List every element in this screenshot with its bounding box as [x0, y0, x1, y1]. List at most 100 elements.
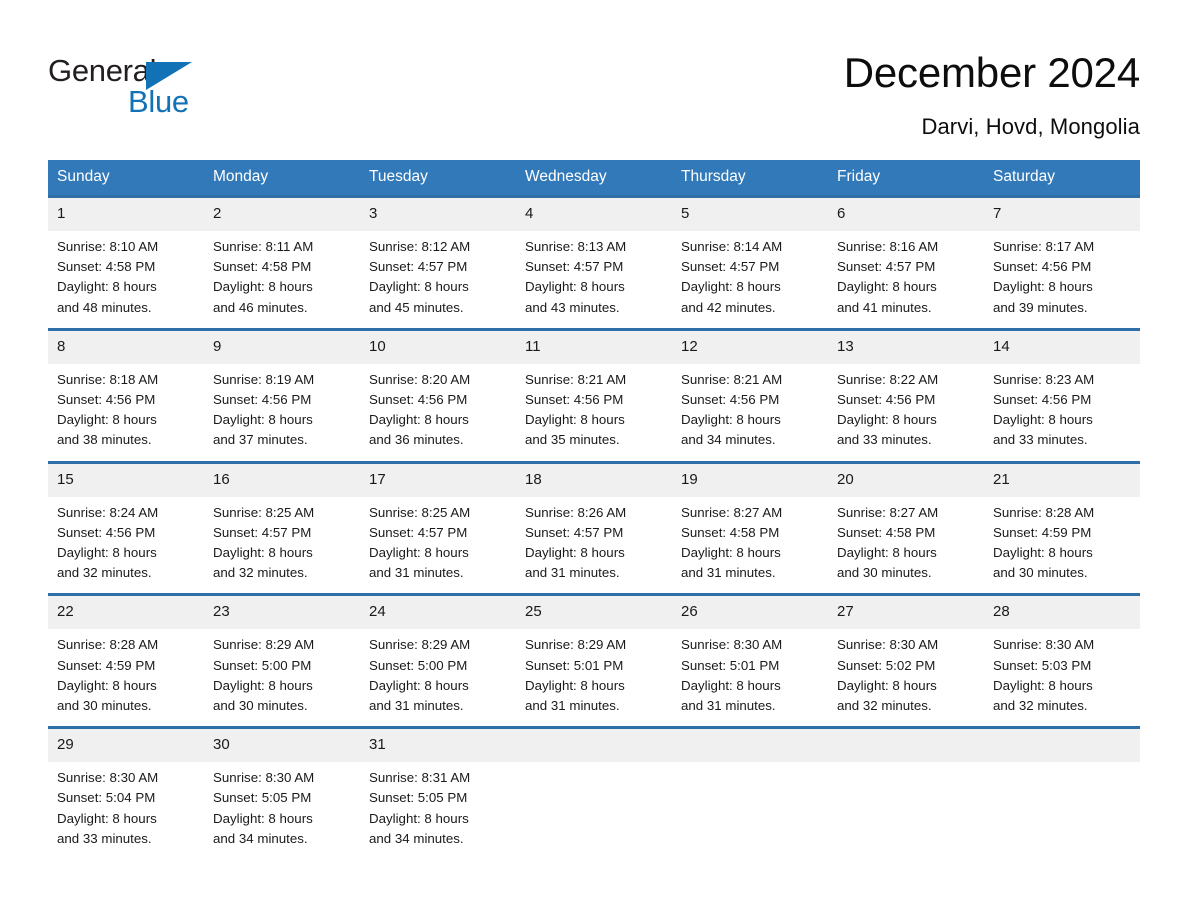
day-cell[interactable]: Sunrise: 8:21 AM Sunset: 4:56 PM Dayligh… — [516, 364, 672, 461]
daylight-text-line1: Daylight: 8 hours — [57, 412, 157, 428]
day-number[interactable]: 27 — [828, 596, 984, 629]
daylight-text-line1: Daylight: 8 hours — [837, 279, 937, 295]
day-number[interactable]: 31 — [360, 729, 516, 762]
day-number[interactable]: 16 — [204, 464, 360, 497]
daylight-text-line2: and 30 minutes. — [837, 565, 932, 581]
day-cell[interactable]: Sunrise: 8:24 AM Sunset: 4:56 PM Dayligh… — [48, 497, 204, 594]
day-number[interactable]: 15 — [48, 464, 204, 497]
day-number[interactable]: 6 — [828, 198, 984, 231]
day-number[interactable]: 12 — [672, 331, 828, 364]
day-number[interactable]: 2 — [204, 198, 360, 231]
sunset-text: Sunset: 5:04 PM — [57, 790, 156, 806]
day-number[interactable]: 17 — [360, 464, 516, 497]
day-number[interactable]: 4 — [516, 198, 672, 231]
sunset-text: Sunset: 4:58 PM — [837, 524, 936, 540]
day-cell[interactable]: Sunrise: 8:18 AM Sunset: 4:56 PM Dayligh… — [48, 364, 204, 461]
logo-text-blue: Blue — [128, 84, 189, 119]
day-cell[interactable]: Sunrise: 8:25 AM Sunset: 4:57 PM Dayligh… — [204, 497, 360, 594]
sunset-text: Sunset: 4:59 PM — [993, 524, 1092, 540]
day-number[interactable]: 20 — [828, 464, 984, 497]
day-cell[interactable]: Sunrise: 8:31 AM Sunset: 5:05 PM Dayligh… — [360, 762, 516, 859]
daylight-text-line2: and 31 minutes. — [681, 565, 776, 581]
day-number[interactable]: 22 — [48, 596, 204, 629]
day-number[interactable]: 21 — [984, 464, 1140, 497]
daylight-text-line2: and 31 minutes. — [369, 565, 464, 581]
sunrise-text: Sunrise: 8:29 AM — [525, 637, 627, 653]
day-number[interactable]: 13 — [828, 331, 984, 364]
calendar-grid: Sunday Monday Tuesday Wednesday Thursday… — [48, 160, 1140, 860]
day-cell[interactable]: Sunrise: 8:10 AM Sunset: 4:58 PM Dayligh… — [48, 231, 204, 328]
day-number[interactable]: 11 — [516, 331, 672, 364]
sunset-text: Sunset: 4:56 PM — [837, 392, 936, 408]
day-number[interactable]: 18 — [516, 464, 672, 497]
sunrise-text: Sunrise: 8:21 AM — [525, 371, 627, 387]
day-cell[interactable]: Sunrise: 8:27 AM Sunset: 4:58 PM Dayligh… — [672, 497, 828, 594]
weekday-header-friday: Friday — [837, 168, 881, 185]
day-cell[interactable]: Sunrise: 8:16 AM Sunset: 4:57 PM Dayligh… — [828, 231, 984, 328]
day-detail-row: Sunrise: 8:18 AM Sunset: 4:56 PM Dayligh… — [48, 363, 1140, 461]
daylight-text-line1: Daylight: 8 hours — [993, 545, 1093, 561]
sunset-text: Sunset: 4:56 PM — [681, 392, 780, 408]
weekday-header-row: Sunday Monday Tuesday Wednesday Thursday… — [48, 160, 1140, 195]
day-cell[interactable]: Sunrise: 8:17 AM Sunset: 4:56 PM Dayligh… — [984, 231, 1140, 328]
day-cell[interactable]: Sunrise: 8:28 AM Sunset: 4:59 PM Dayligh… — [48, 629, 204, 726]
day-number[interactable]: 10 — [360, 331, 516, 364]
daylight-text-line1: Daylight: 8 hours — [525, 412, 625, 428]
day-number[interactable]: 8 — [48, 331, 204, 364]
sunset-text: Sunset: 4:57 PM — [837, 259, 936, 275]
day-cell[interactable]: Sunrise: 8:20 AM Sunset: 4:56 PM Dayligh… — [360, 364, 516, 461]
day-cell[interactable]: Sunrise: 8:11 AM Sunset: 4:58 PM Dayligh… — [204, 231, 360, 328]
day-cell[interactable]: Sunrise: 8:29 AM Sunset: 5:01 PM Dayligh… — [516, 629, 672, 726]
day-number[interactable]: 29 — [48, 729, 204, 762]
day-cell[interactable]: Sunrise: 8:29 AM Sunset: 5:00 PM Dayligh… — [204, 629, 360, 726]
daylight-text-line1: Daylight: 8 hours — [213, 545, 313, 561]
day-number[interactable]: 14 — [984, 331, 1140, 364]
sunrise-text: Sunrise: 8:18 AM — [57, 371, 159, 387]
day-number[interactable]: 26 — [672, 596, 828, 629]
day-cell[interactable]: Sunrise: 8:30 AM Sunset: 5:04 PM Dayligh… — [48, 762, 204, 859]
day-number[interactable]: 24 — [360, 596, 516, 629]
day-cell[interactable]: Sunrise: 8:25 AM Sunset: 4:57 PM Dayligh… — [360, 497, 516, 594]
day-cell[interactable]: Sunrise: 8:27 AM Sunset: 4:58 PM Dayligh… — [828, 497, 984, 594]
sunset-text: Sunset: 4:57 PM — [213, 524, 312, 540]
day-number[interactable]: 30 — [204, 729, 360, 762]
day-number[interactable]: 19 — [672, 464, 828, 497]
daylight-text-line2: and 30 minutes. — [993, 565, 1088, 581]
day-cell[interactable]: Sunrise: 8:30 AM Sunset: 5:05 PM Dayligh… — [204, 762, 360, 859]
day-number-empty — [828, 729, 984, 762]
day-cell[interactable]: Sunrise: 8:19 AM Sunset: 4:56 PM Dayligh… — [204, 364, 360, 461]
day-number[interactable]: 9 — [204, 331, 360, 364]
day-cell[interactable]: Sunrise: 8:23 AM Sunset: 4:56 PM Dayligh… — [984, 364, 1140, 461]
day-cell[interactable]: Sunrise: 8:26 AM Sunset: 4:57 PM Dayligh… — [516, 497, 672, 594]
day-cell[interactable]: Sunrise: 8:30 AM Sunset: 5:01 PM Dayligh… — [672, 629, 828, 726]
sunrise-text: Sunrise: 8:24 AM — [57, 504, 159, 520]
sunset-text: Sunset: 5:00 PM — [369, 657, 468, 673]
sunset-text: Sunset: 4:58 PM — [681, 524, 780, 540]
day-number[interactable]: 1 — [48, 198, 204, 231]
day-cell[interactable]: Sunrise: 8:30 AM Sunset: 5:02 PM Dayligh… — [828, 629, 984, 726]
day-number[interactable]: 28 — [984, 596, 1140, 629]
day-cell[interactable]: Sunrise: 8:21 AM Sunset: 4:56 PM Dayligh… — [672, 364, 828, 461]
day-number[interactable]: 23 — [204, 596, 360, 629]
sunset-text: Sunset: 5:01 PM — [525, 657, 624, 673]
day-cell[interactable]: Sunrise: 8:29 AM Sunset: 5:00 PM Dayligh… — [360, 629, 516, 726]
day-number[interactable]: 25 — [516, 596, 672, 629]
day-cell[interactable]: Sunrise: 8:30 AM Sunset: 5:03 PM Dayligh… — [984, 629, 1140, 726]
calendar-week-row: 8 9 10 11 12 13 14 Sunrise: 8:18 AM Suns… — [48, 327, 1140, 461]
sunset-text: Sunset: 4:57 PM — [525, 259, 624, 275]
day-cell[interactable]: Sunrise: 8:13 AM Sunset: 4:57 PM Dayligh… — [516, 231, 672, 328]
day-number[interactable]: 7 — [984, 198, 1140, 231]
day-cell[interactable]: Sunrise: 8:12 AM Sunset: 4:57 PM Dayligh… — [360, 231, 516, 328]
sunset-text: Sunset: 4:56 PM — [993, 392, 1092, 408]
page-header: General Blue December 2024 Darvi, Hovd, … — [48, 0, 1140, 142]
day-cell[interactable]: Sunrise: 8:28 AM Sunset: 4:59 PM Dayligh… — [984, 497, 1140, 594]
day-cell[interactable]: Sunrise: 8:14 AM Sunset: 4:57 PM Dayligh… — [672, 231, 828, 328]
day-cell[interactable]: Sunrise: 8:22 AM Sunset: 4:56 PM Dayligh… — [828, 364, 984, 461]
sunrise-text: Sunrise: 8:12 AM — [369, 239, 471, 254]
sunrise-text: Sunrise: 8:19 AM — [213, 371, 315, 387]
sunset-text: Sunset: 4:57 PM — [681, 259, 780, 275]
day-number-empty — [984, 729, 1140, 762]
day-number[interactable]: 3 — [360, 198, 516, 231]
day-number[interactable]: 5 — [672, 198, 828, 231]
calendar-page: General Blue December 2024 Darvi, Hovd, … — [0, 0, 1188, 918]
